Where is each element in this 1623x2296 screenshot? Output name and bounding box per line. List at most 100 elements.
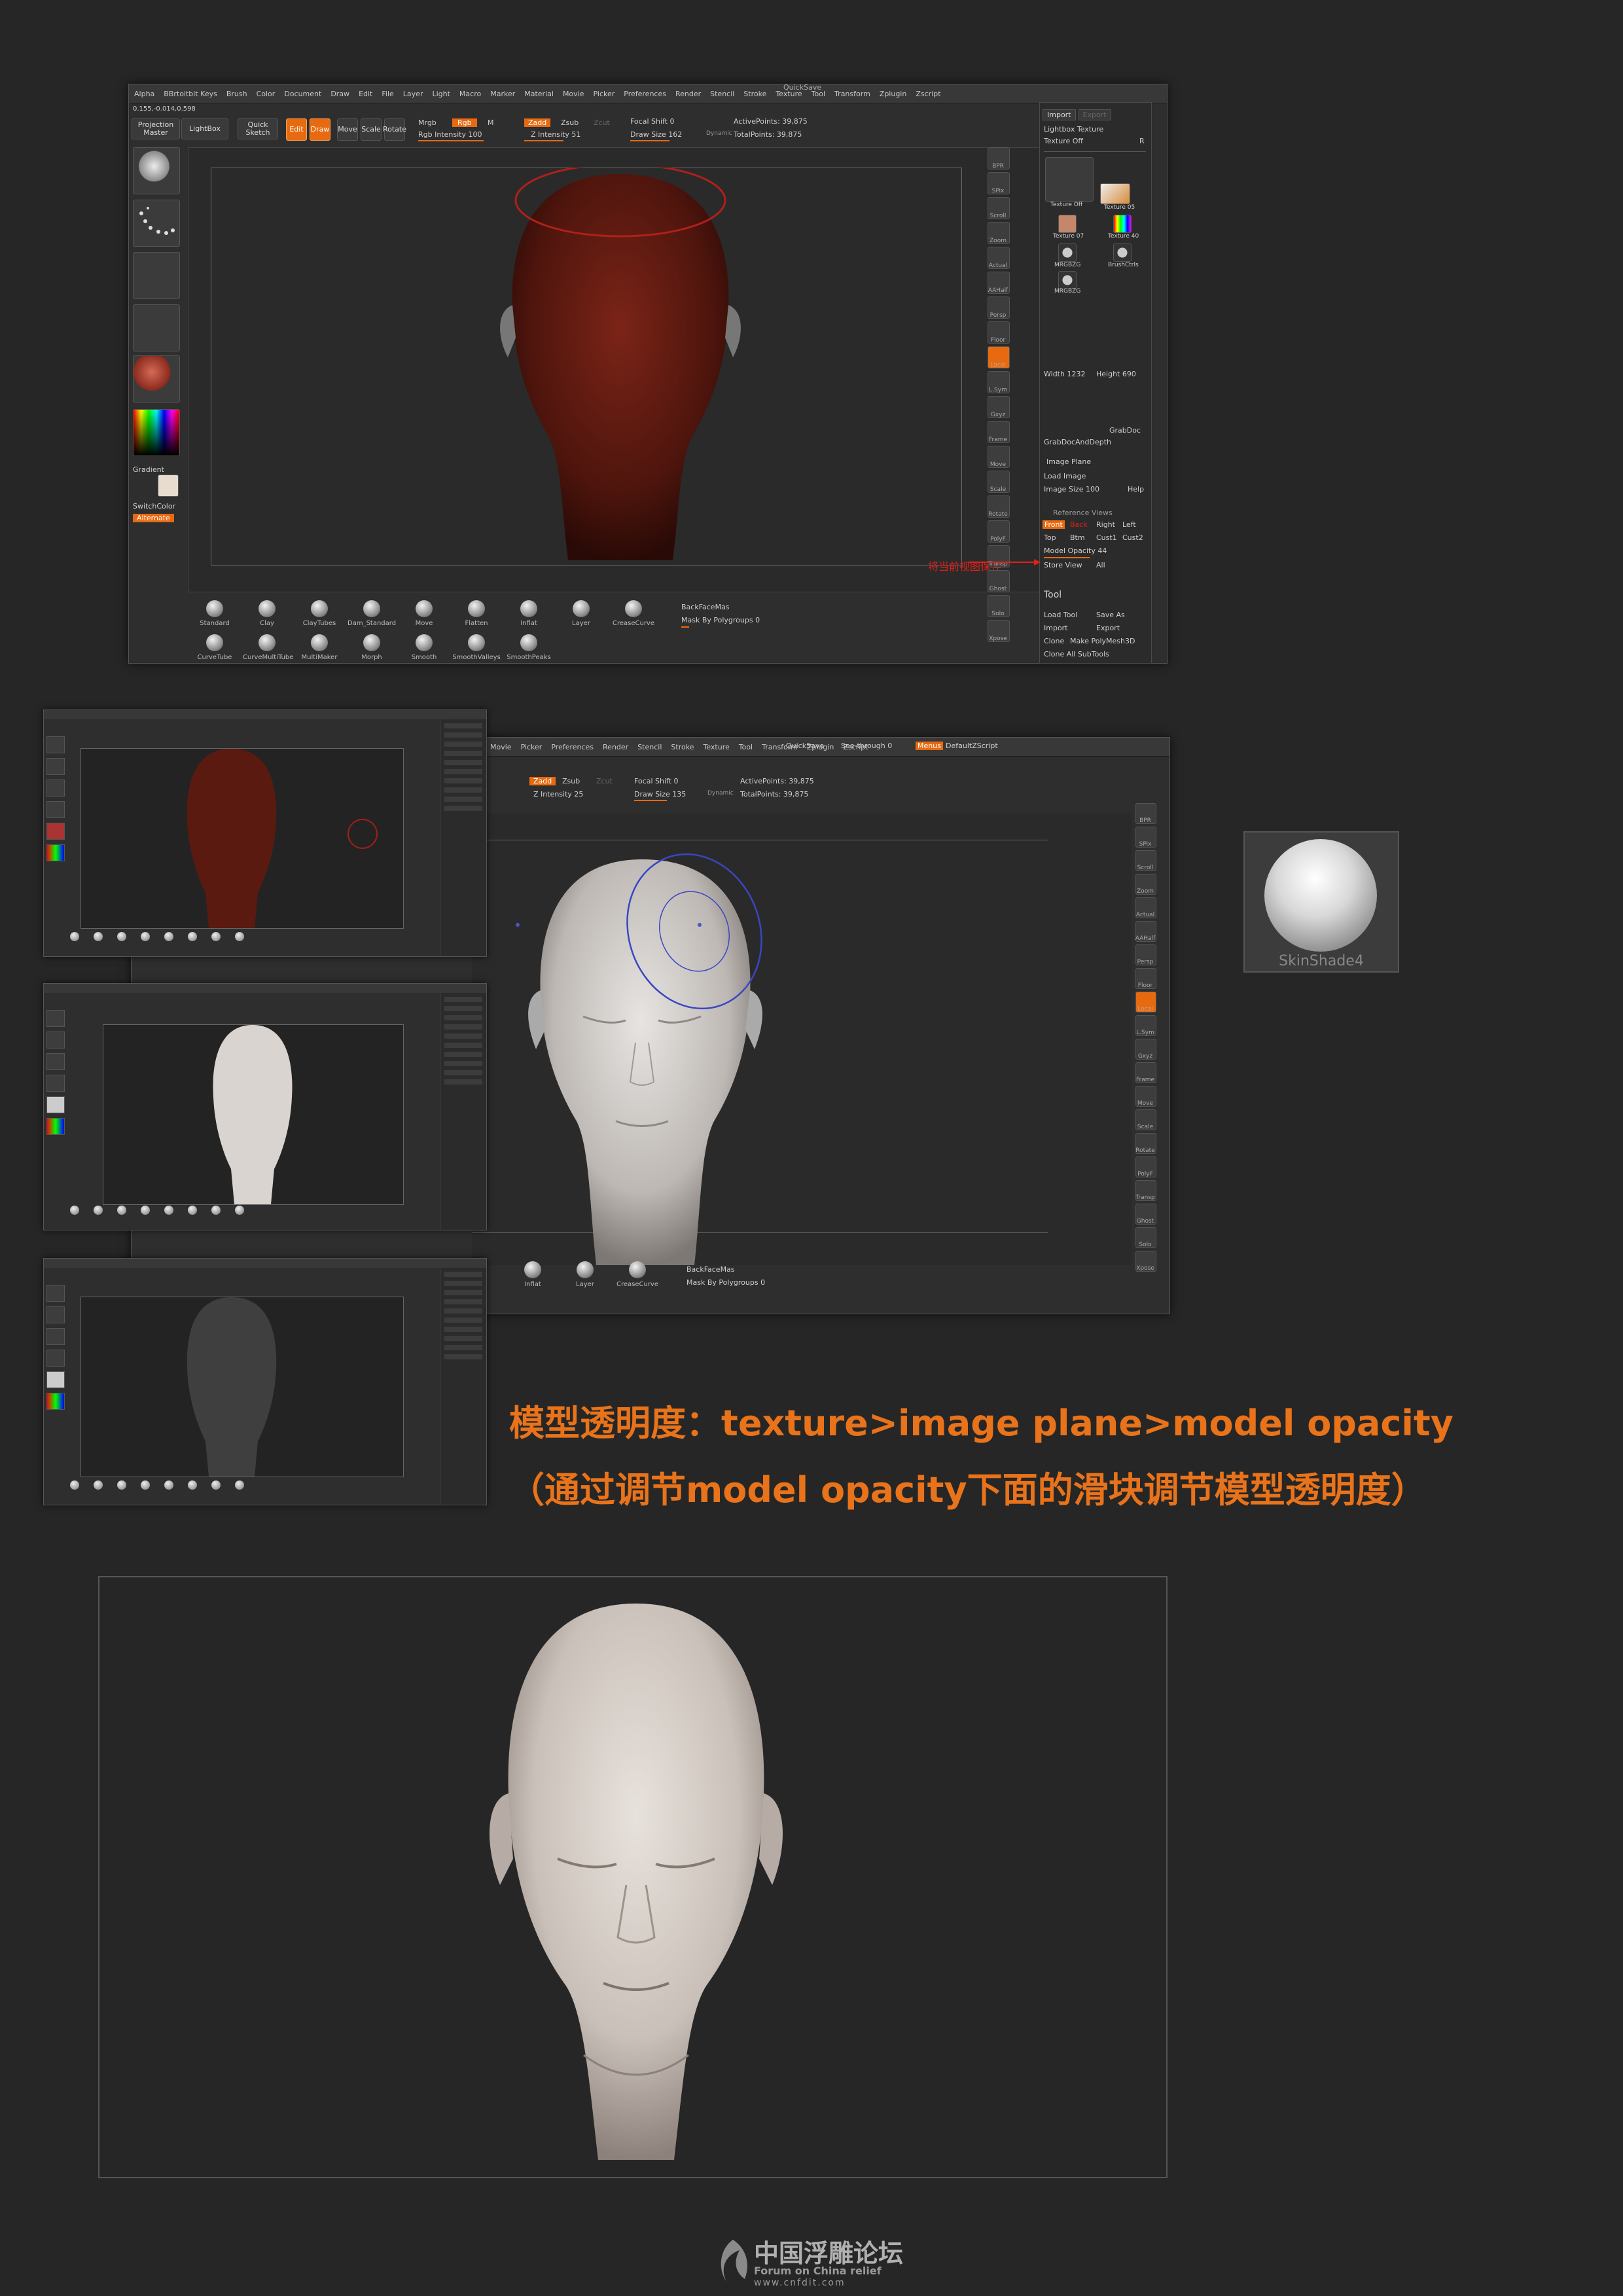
menu-item-mid[interactable]: Texture [703,743,729,751]
quicksave-button[interactable]: QuickSave [786,742,824,750]
brush-button[interactable]: SmoothPeaks [505,634,553,661]
menu-item[interactable]: Layer [403,90,423,98]
menu-item[interactable]: File [382,90,393,98]
texture-slot-07[interactable] [1058,215,1077,233]
brush-button-mid[interactable]: CreaseCurve [613,1261,662,1288]
edit-button[interactable]: Edit [286,118,307,141]
brush-button[interactable]: CurveTube [190,634,239,661]
brush-button[interactable]: Smooth [400,634,448,661]
quicksave-label[interactable]: QuickSave [783,84,821,92]
menu-item-mid[interactable]: Preferences [551,743,594,751]
zcut-toggle[interactable]: Zcut [594,118,610,127]
menu-item[interactable]: Alpha [134,90,154,98]
zadd-toggle[interactable]: Zadd [524,118,551,127]
z-intensity-slider[interactable]: Z Intensity 51 [531,130,580,139]
brush-button[interactable]: CurveMultiTube [243,634,293,661]
tool-export-button[interactable]: Export [1096,624,1120,632]
menu-item[interactable]: Picker [594,90,615,98]
save-as-button[interactable]: Save As [1096,611,1125,619]
height-slider[interactable]: Height 690 [1096,370,1136,378]
material-thumbnail[interactable] [133,355,180,403]
zcut-toggle-mid[interactable]: Zcut [596,777,613,785]
texture-slot-05[interactable] [1100,183,1130,204]
brush-button[interactable]: Move [400,600,448,627]
menu-item-mid[interactable]: Picker [521,743,543,751]
scale-button[interactable]: Scale [361,118,382,141]
menu-item[interactable]: Marker [490,90,515,98]
menu-item-mid[interactable]: Movie [490,743,512,751]
draw-size-slider-mid[interactable]: Draw Size 135 [634,790,686,798]
back-view-button[interactable]: Back [1070,520,1088,529]
menu-item[interactable]: Render [675,90,701,98]
focal-shift-slider-mid[interactable]: Focal Shift 0 [634,777,679,785]
tool-import-button[interactable]: Import [1044,624,1068,632]
width-slider[interactable]: Width 1232 [1044,370,1085,378]
help-button[interactable]: Help [1128,485,1144,493]
material-swatch-panel[interactable]: SkinShade4 [1243,831,1399,973]
brush-button-mid[interactable]: Inflat [508,1261,557,1288]
brush-button[interactable]: Clay [243,600,291,627]
clone-button[interactable]: Clone [1044,637,1064,645]
export-button[interactable]: Export [1078,109,1111,120]
texture-slot-off[interactable] [1045,157,1094,202]
backface-mask-toggle-mid[interactable]: BackFaceMas [687,1265,735,1274]
mask-by-polygroups-slider[interactable]: Mask By Polygroups 0 [681,616,760,624]
clone-all-subtools-button[interactable]: Clone All SubTools [1044,650,1109,658]
grabdoc-button[interactable]: GrabDoc [1109,426,1141,435]
menu-item[interactable]: Edit [359,90,372,98]
brushctrls-slot[interactable] [1113,243,1132,262]
right-view-button[interactable]: Right [1096,520,1115,529]
brush-button[interactable]: CreaseCurve [609,600,658,627]
menu-item[interactable]: Stroke [743,90,766,98]
draw-button[interactable]: Draw [310,118,330,141]
focal-shift-slider[interactable]: Focal Shift 0 [630,117,675,126]
brush-button[interactable]: Inflat [505,600,553,627]
menus-toggle[interactable]: Menus [916,742,943,750]
left-view-button[interactable]: Left [1122,520,1136,529]
menu-item[interactable]: Draw [330,90,349,98]
brush-button[interactable]: Flatten [452,600,501,627]
default-zscript-button[interactable]: DefaultZScript [946,742,998,750]
color-picker[interactable] [133,409,180,456]
rotate-button[interactable]: Rotate [383,118,406,141]
stroke-thumbnail[interactable] [133,200,180,247]
brush-button[interactable]: ClayTubes [295,600,344,627]
menu-item[interactable]: Transform [834,90,870,98]
top-view-button[interactable]: Top [1044,533,1056,542]
menu-item[interactable]: Light [432,90,450,98]
grabdoc-depth-button[interactable]: GrabDocAndDepth [1044,438,1111,446]
load-tool-button[interactable]: Load Tool [1044,611,1077,619]
cust2-view-button[interactable]: Cust2 [1122,533,1143,542]
load-image-button[interactable]: Load Image [1044,472,1086,480]
zsub-toggle[interactable]: Zsub [561,118,579,127]
backface-mask-toggle[interactable]: BackFaceMas [681,603,730,611]
brush-button[interactable]: Morph [348,634,396,661]
texture-slot-40[interactable] [1113,215,1132,233]
draw-size-slider[interactable]: Draw Size 162 [630,130,682,139]
menu-item-mid[interactable]: Tool [739,743,753,751]
front-view-button[interactable]: Front [1043,520,1065,529]
alpha-thumbnail[interactable] [133,252,180,299]
mrgbzg-slot-2[interactable] [1058,271,1077,289]
texture-thumbnail[interactable] [133,304,180,351]
dynamic-toggle-mid[interactable]: Dynamic [707,790,734,797]
zadd-toggle-mid[interactable]: Zadd [529,777,556,785]
menu-item[interactable]: Zplugin [880,90,907,98]
see-through-slider[interactable]: See-through 0 [841,742,892,750]
all-button[interactable]: All [1096,561,1105,569]
gradient-label[interactable]: Gradient [133,465,164,474]
menu-item-mid[interactable]: Render [603,743,628,751]
projection-master-button[interactable]: Projection Master [132,118,180,139]
m-toggle[interactable]: M [488,118,494,127]
mrgb-toggle[interactable]: Mrgb [418,118,437,127]
brush-button[interactable]: Layer [557,600,605,627]
brush-thumbnail[interactable] [133,147,180,194]
cust1-view-button[interactable]: Cust1 [1096,533,1117,542]
tool-header[interactable]: Tool [1044,590,1061,600]
menu-item[interactable]: Document [284,90,321,98]
import-button[interactable]: Import [1043,109,1076,120]
brush-button[interactable]: Dam_Standard [348,600,396,627]
brush-button[interactable]: SmoothValleys [452,634,501,661]
menu-item[interactable]: Material [524,90,554,98]
store-view-button[interactable]: Store View [1044,561,1082,569]
